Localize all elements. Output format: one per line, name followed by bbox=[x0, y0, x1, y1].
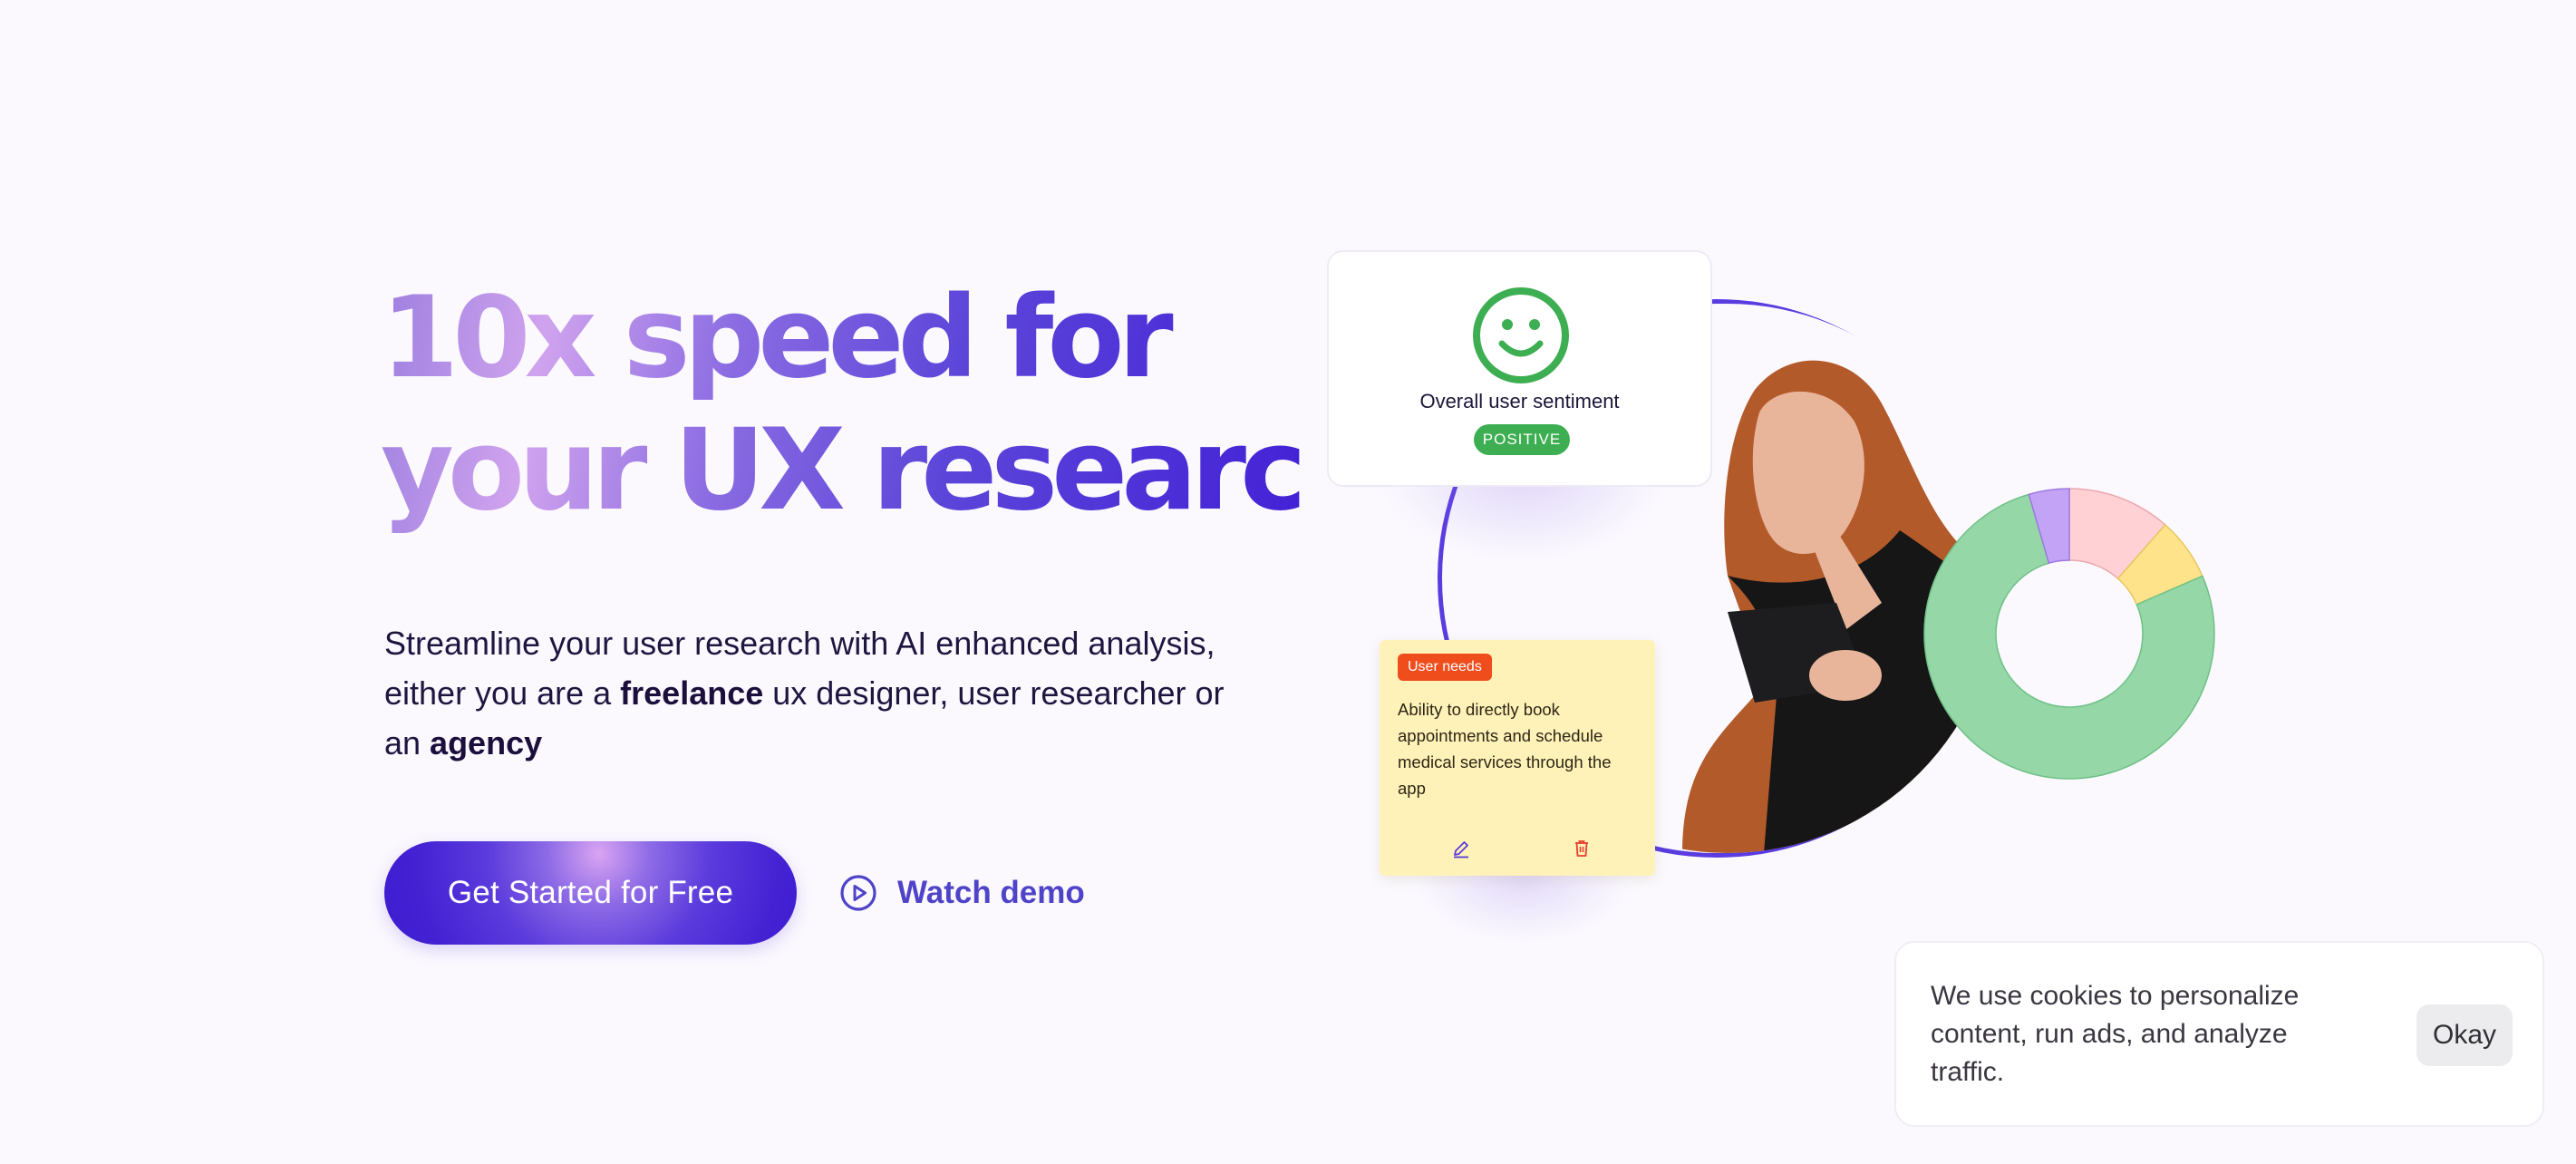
cookie-text: We use cookies to personalize content, r… bbox=[1931, 981, 2300, 1087]
sentiment-label: Overall user sentiment bbox=[1419, 390, 1620, 412]
cookie-okay-button[interactable]: Okay bbox=[2416, 1004, 2513, 1066]
play-circle-icon bbox=[840, 875, 876, 911]
watch-demo-label: Watch demo bbox=[897, 875, 1085, 910]
sentiment-donut-chart bbox=[1923, 488, 2215, 780]
user-needs-note: User needs Ability to directly book appo… bbox=[1380, 640, 1655, 876]
trash-icon[interactable] bbox=[1571, 838, 1593, 859]
sentiment-badge: POSITIVE bbox=[1474, 424, 1570, 455]
subtitle-bold-freelance: freelance bbox=[620, 674, 764, 712]
pencil-icon[interactable] bbox=[1450, 838, 1472, 859]
headline-line-2: your UX research bbox=[381, 405, 1374, 536]
subtitle-bold-agency: agency bbox=[430, 724, 543, 761]
cookie-banner: We use cookies to personalize content, r… bbox=[1894, 941, 2544, 1127]
user-needs-tag: User needs bbox=[1398, 654, 1492, 681]
smiley-face-icon bbox=[1473, 287, 1569, 383]
headline-line-1: 10x speed for bbox=[381, 273, 1167, 403]
get-started-button[interactable]: Get Started for Free bbox=[384, 841, 797, 945]
hero-subtitle: Streamline your user research with AI en… bbox=[384, 618, 1254, 768]
note-text: Ability to directly book appointments an… bbox=[1398, 700, 1612, 798]
sentiment-card: Overall user sentiment POSITIVE bbox=[1327, 250, 1712, 487]
watch-demo-link[interactable]: Watch demo bbox=[839, 859, 1085, 926]
hero-headline: 10x speed for your UX research bbox=[381, 272, 1305, 537]
